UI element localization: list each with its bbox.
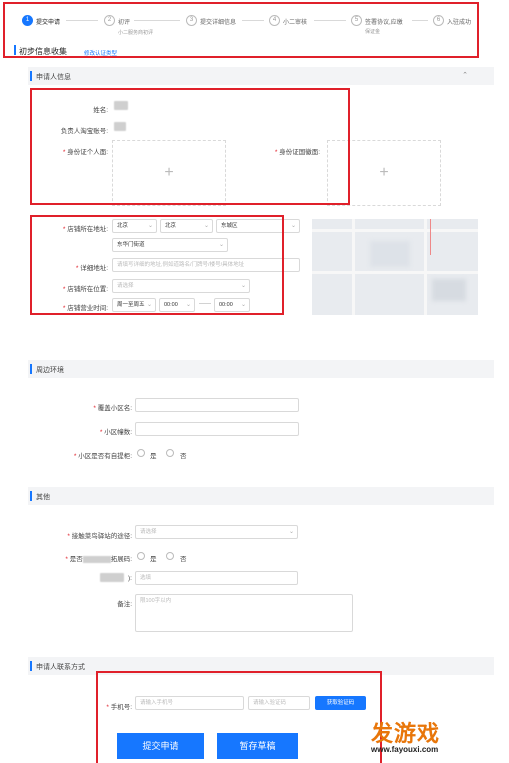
remark-textarea[interactable]: 限100字以内 xyxy=(135,594,353,632)
page-title: 初步信息收集 xyxy=(19,47,67,56)
watermark-brand: 发游戏 xyxy=(371,721,441,746)
channel-label: * 接触菜鸟驿站的途径: xyxy=(67,533,132,540)
section-bar xyxy=(30,661,32,671)
code-yes-label: 是 xyxy=(150,556,157,563)
locker-label: * 小区是否有自提柜: xyxy=(73,453,132,460)
section-applicant-title: 申请人信息 xyxy=(36,74,71,81)
highlight-box-applicant xyxy=(30,88,350,205)
highlight-box-steps xyxy=(3,2,479,58)
code-yes-radio[interactable] xyxy=(137,552,145,560)
code-label: * 是否 拓展码: xyxy=(65,555,132,563)
highlight-box-contact xyxy=(96,671,382,763)
section-surroundings: 周边环境 xyxy=(28,360,494,378)
section-bar xyxy=(30,71,32,81)
watermark-url: www.fayouxi.com xyxy=(371,745,439,754)
remark-label: 备注: xyxy=(117,601,132,608)
blurred-label-redacted xyxy=(100,573,124,582)
blurred-label-suffix: ): xyxy=(128,575,132,582)
locker-no-label: 否 xyxy=(180,453,187,460)
highlight-box-address xyxy=(30,215,284,315)
building-count-input[interactable] xyxy=(135,422,299,436)
section-contact-title: 申请人联系方式 xyxy=(36,664,85,671)
optional-input[interactable]: 选填 xyxy=(135,571,298,585)
page-title-link[interactable]: 修改认证类型 xyxy=(84,49,117,57)
locker-yes-label: 是 xyxy=(150,453,157,460)
locker-no-radio[interactable] xyxy=(166,449,174,457)
chevron-down-icon: ⌄ xyxy=(290,223,296,229)
section-surroundings-title: 周边环境 xyxy=(36,367,64,374)
map-route-line xyxy=(430,219,431,255)
collapse-icon[interactable]: ⌃ xyxy=(462,71,468,79)
chevron-down-icon: ⌄ xyxy=(288,529,294,535)
building-count-label: * 小区幢数: xyxy=(99,429,132,436)
store-map[interactable] xyxy=(312,219,478,315)
section-bar xyxy=(30,491,32,501)
section-other: 其他 xyxy=(28,487,494,505)
section-applicant[interactable]: 申请人信息 ⌃ xyxy=(28,67,494,85)
title-bar xyxy=(14,45,16,55)
code-no-radio[interactable] xyxy=(166,552,174,560)
channel-select[interactable]: 请选择 ⌄ xyxy=(135,525,298,539)
code-no-label: 否 xyxy=(180,556,187,563)
community-label: * 覆盖小区名: xyxy=(93,405,132,412)
plus-icon: + xyxy=(379,164,389,181)
community-input[interactable] xyxy=(135,398,299,412)
section-bar xyxy=(30,364,32,374)
section-other-title: 其他 xyxy=(36,494,50,501)
locker-yes-radio[interactable] xyxy=(137,449,145,457)
